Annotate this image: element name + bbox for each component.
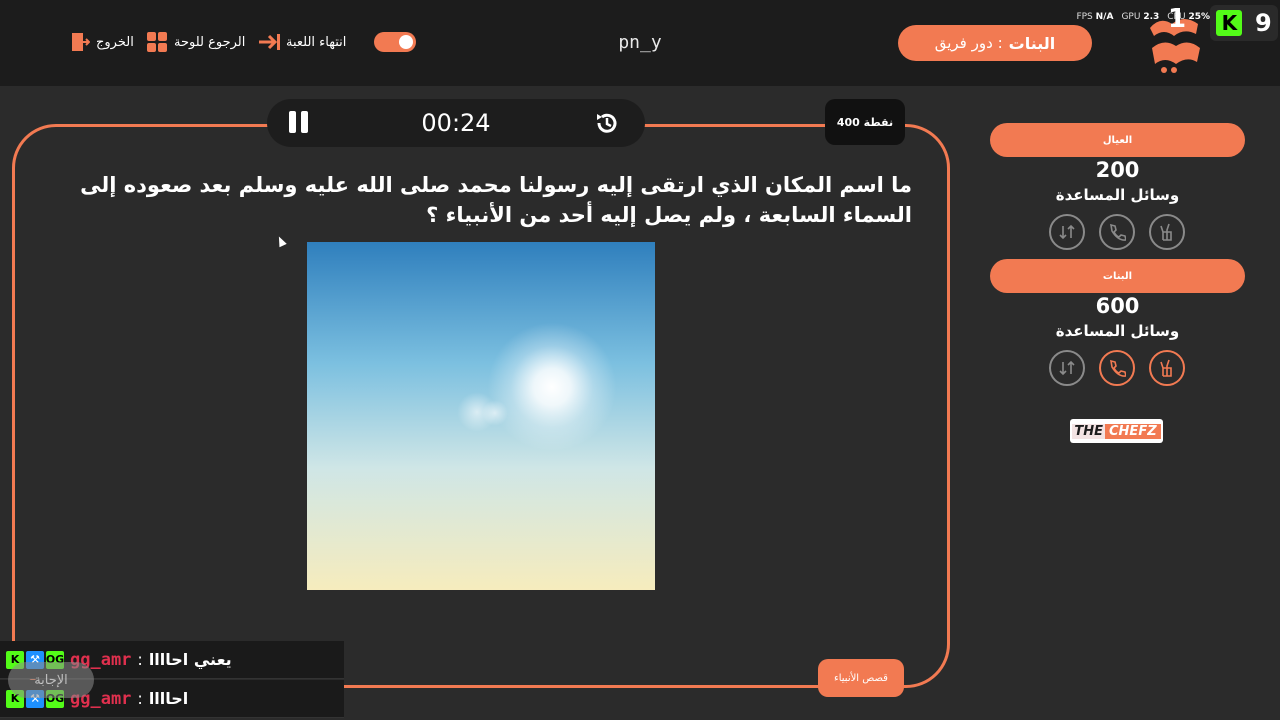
- viewer-rank: 1: [1168, 4, 1187, 34]
- call-friend-aid-icon[interactable]: [1099, 350, 1135, 386]
- kick-badge: K 9: [1210, 5, 1278, 41]
- turn-prefix: دور فريق :: [934, 34, 1003, 52]
- help-aids-label: وسائل المساعدة: [1055, 322, 1180, 340]
- reset-timer-icon[interactable]: [593, 109, 621, 137]
- timer-value: 00:24: [421, 109, 491, 137]
- chat-separator: :: [137, 650, 143, 669]
- two-answers-aid-icon[interactable]: [1149, 350, 1185, 386]
- fps-label: FPS: [1076, 12, 1093, 22]
- sponsor-part2: CHEFZ: [1105, 423, 1161, 439]
- lens-flare: [482, 400, 508, 426]
- kick-logo-icon: K: [1216, 10, 1243, 36]
- end-game-button[interactable]: انتهاء اللعبة: [258, 31, 346, 53]
- chat-message-text: احاااا: [148, 689, 189, 708]
- team-turn-indicator: دور فريق : البنات: [898, 25, 1092, 61]
- chat-message-text: يعني احاااا: [148, 650, 232, 669]
- sun-glow: [487, 322, 617, 452]
- toggle-knob-gear-icon: [399, 35, 413, 49]
- team-name-pill: العيال: [990, 123, 1245, 157]
- team-score: 200: [1095, 158, 1140, 182]
- timer-bar: 00:24: [267, 99, 645, 147]
- gpu-value: 2.3: [1143, 12, 1160, 22]
- call-friend-aid-icon[interactable]: [1099, 214, 1135, 250]
- chat-separator: :: [137, 689, 143, 708]
- username: pn_y: [618, 32, 662, 53]
- team-score: 600: [1095, 294, 1140, 318]
- points-badge: 400 نقطة: [825, 99, 905, 145]
- exit-door-icon: [68, 31, 91, 53]
- answer-button[interactable]: الإجابة: [8, 662, 94, 698]
- swap-question-aid-icon[interactable]: [1049, 214, 1085, 250]
- performance-hud: FPS N/A GPU 2.3 CPU 25%: [1076, 12, 1210, 22]
- back-to-board-label: الرجوع للوحة: [174, 34, 246, 50]
- question-image: [307, 242, 655, 590]
- grid-icon: [146, 31, 168, 53]
- back-to-board-button[interactable]: الرجوع للوحة: [146, 31, 245, 53]
- end-game-label: انتهاء اللعبة: [286, 34, 347, 50]
- gpu-label: GPU: [1121, 12, 1141, 22]
- fps-value: N/A: [1095, 12, 1114, 22]
- turn-team: البنات: [1008, 33, 1056, 53]
- help-aids-label: وسائل المساعدة: [1055, 186, 1180, 204]
- category-badge: قصص الأنبياء: [818, 659, 904, 697]
- swap-question-aid-icon[interactable]: [1049, 350, 1085, 386]
- arrow-end-icon: [258, 31, 280, 53]
- sponsor-part1: THE: [1072, 423, 1106, 439]
- question-text: ما اسم المكان الذي ارتقى إليه رسولنا محم…: [80, 173, 912, 227]
- exit-button[interactable]: الخروج: [68, 31, 134, 53]
- exit-label: الخروج: [96, 34, 134, 50]
- channel-count: 9: [1254, 9, 1272, 37]
- settings-toggle[interactable]: [374, 32, 416, 52]
- team-name-pill: البنات: [990, 259, 1245, 293]
- two-answers-aid-icon[interactable]: [1149, 214, 1185, 250]
- cpu-value: 25%: [1188, 12, 1210, 22]
- sponsor-logo: THE CHEFZ: [1070, 419, 1163, 443]
